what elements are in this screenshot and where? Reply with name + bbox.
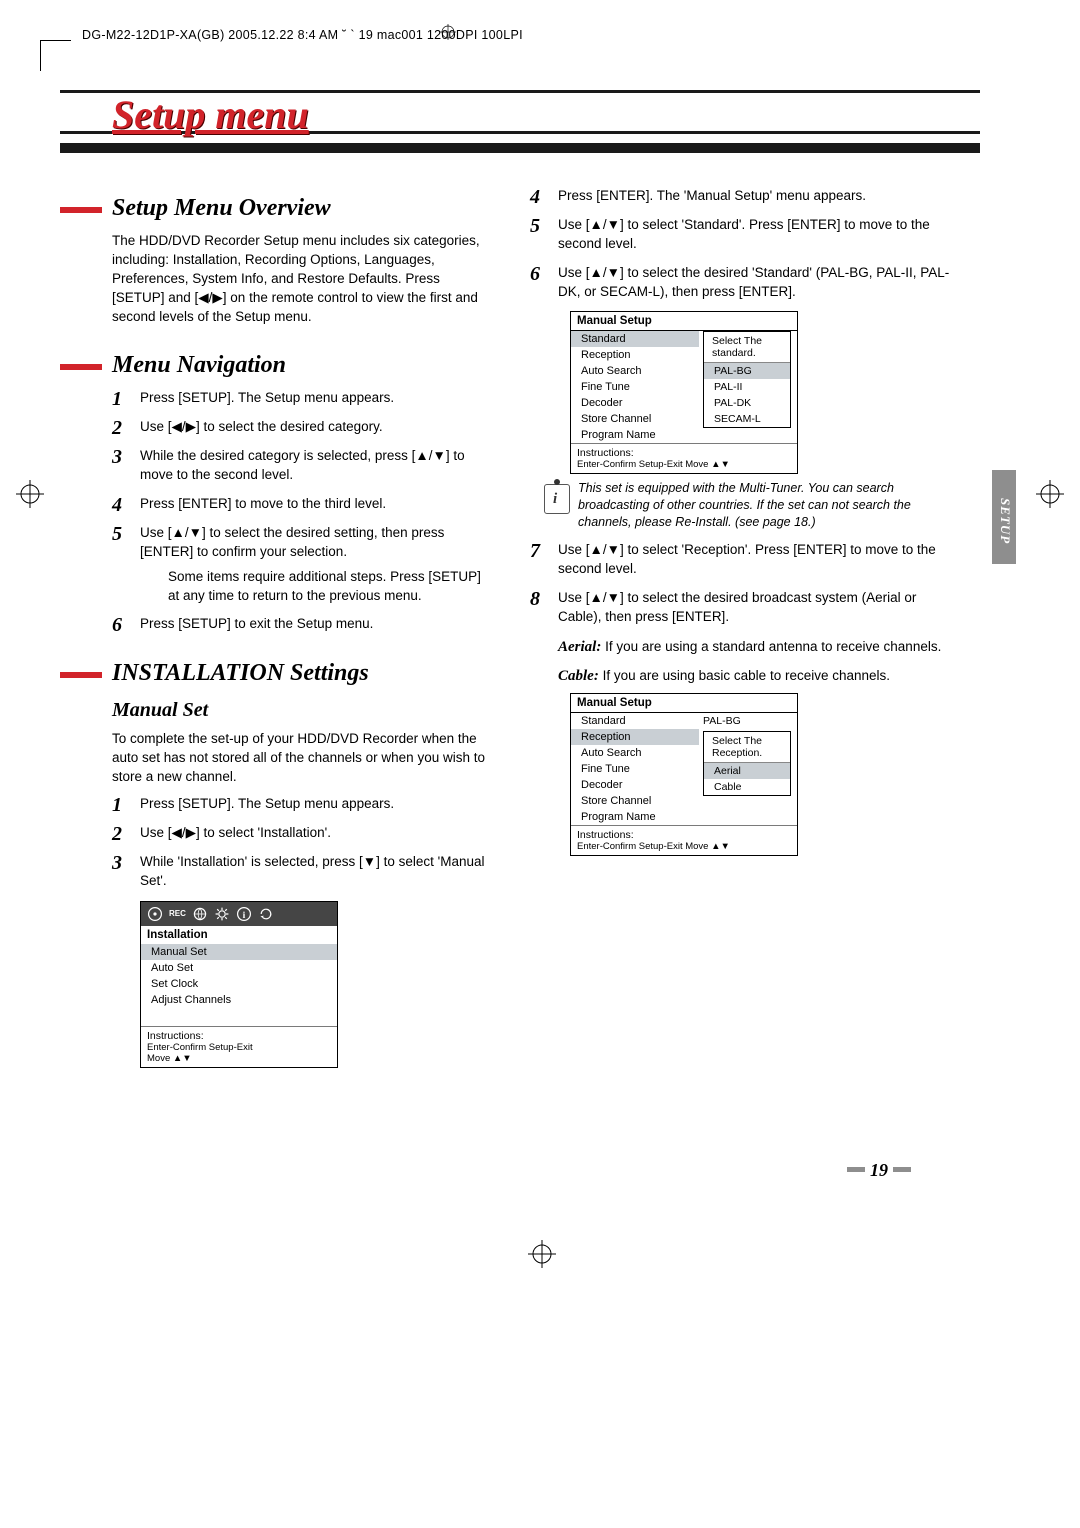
registration-mark	[1036, 480, 1064, 508]
step: 4Press [ENTER] to move to the third leve…	[112, 495, 490, 514]
manual-steps: 1Press [SETUP]. The Setup menu appears. …	[112, 795, 490, 891]
osd-instructions: Instructions: Enter-Confirm Setup-Exit M…	[571, 825, 797, 855]
osd-icon-bar: REC i	[141, 902, 337, 926]
section-heading: Menu Navigation	[60, 352, 490, 379]
osd-menu-row: Fine Tune	[571, 761, 699, 777]
osd-option: PAL-BG	[704, 363, 790, 379]
osd-menu-row: Program Name	[571, 427, 699, 443]
manual-intro: To complete the set-up of your HDD/DVD R…	[112, 730, 490, 787]
osd-menu-standard: Manual Setup Standard Reception Auto Sea…	[570, 311, 798, 474]
osd-hint: Select TheReception.	[704, 732, 790, 763]
osd-menu-title: Manual Setup	[571, 694, 797, 713]
step: 3While the desired category is selected,…	[112, 447, 490, 485]
step: 3While 'Installation' is selected, press…	[112, 853, 490, 891]
osd-menu-row: Manual Set	[141, 944, 337, 960]
info-icon	[544, 484, 570, 514]
chapter-title: Setup menu	[112, 91, 309, 138]
osd-submenu: Select Thestandard. PAL-BG PAL-II PAL-DK…	[703, 331, 791, 428]
osd-instructions: Instructions: Enter-Confirm Setup-Exit M…	[571, 443, 797, 473]
print-header: DG-M22-12D1P-XA(GB) 2005.12.22 8:4 AM ˘ …	[82, 28, 523, 42]
step-note: Some items require additional steps. Pre…	[168, 568, 490, 606]
osd-option: Cable	[704, 779, 790, 795]
svg-text:i: i	[243, 910, 246, 921]
osd-menu-row: Reception	[571, 729, 699, 745]
osd-menu-row: Auto Search	[571, 745, 699, 761]
page-number: 19	[842, 1160, 916, 1181]
osd-instructions: Instructions: Enter-Confirm Setup-Exit M…	[141, 1026, 337, 1067]
registration-mark	[528, 1240, 556, 1268]
osd-option: PAL-II	[704, 379, 790, 395]
subsection-heading: Manual Set	[112, 699, 490, 722]
step: 4Press [ENTER]. The 'Manual Setup' menu …	[530, 187, 960, 206]
section-heading: INSTALLATION Settings	[60, 660, 490, 687]
step: 2Use [◀/▶] to select the desired categor…	[112, 418, 490, 437]
step: 1Press [SETUP]. The Setup menu appears.	[112, 389, 490, 408]
step: 5Use [▲/▼] to select 'Standard'. Press […	[530, 216, 960, 254]
osd-value: PAL-BG	[699, 713, 797, 729]
osd-menu-row: Fine Tune	[571, 379, 699, 395]
right-steps-a: 4Press [ENTER]. The 'Manual Setup' menu …	[530, 187, 960, 301]
side-tab: SETUP	[992, 470, 1016, 564]
osd-menu-row: Auto Search	[571, 363, 699, 379]
osd-menu-row: Decoder	[571, 777, 699, 793]
step: 2Use [◀/▶] to select 'Installation'.	[112, 824, 490, 843]
left-column: Setup Menu Overview The HDD/DVD Recorder…	[60, 179, 490, 1068]
restore-icon	[258, 906, 274, 922]
registration-mark	[16, 480, 44, 508]
osd-menu-row: Reception	[571, 347, 699, 363]
step: 1Press [SETUP]. The Setup menu appears.	[112, 795, 490, 814]
dvd-icon	[147, 906, 163, 922]
osd-option: PAL-DK	[704, 395, 790, 411]
osd-menu-row: Standard	[571, 331, 699, 347]
step: 5Use [▲/▼] to select the desired setting…	[112, 524, 490, 606]
osd-menu-row: Auto Set	[141, 960, 337, 976]
osd-option: SECAM-L	[704, 411, 790, 427]
aerial-definition: Aerial: If you are using a standard ante…	[558, 637, 960, 658]
osd-submenu: Select TheReception. Aerial Cable	[703, 731, 791, 796]
info-note: This set is equipped with the Multi-Tune…	[544, 480, 960, 531]
osd-menu-row: Program Name	[571, 809, 699, 825]
osd-option: Aerial	[704, 763, 790, 779]
section-heading: Setup Menu Overview	[60, 195, 490, 222]
osd-menu-row: Set Clock	[141, 976, 337, 992]
step: 6Press [SETUP] to exit the Setup menu.	[112, 615, 490, 634]
cable-definition: Cable: If you are using basic cable to r…	[558, 666, 960, 687]
step: 6Use [▲/▼] to select the desired 'Standa…	[530, 264, 960, 302]
step: 8Use [▲/▼] to select the desired broadca…	[530, 589, 960, 627]
info-icon: i	[236, 906, 252, 922]
osd-menu-title: Installation	[141, 926, 337, 944]
osd-menu-installation: REC i Installation Manual Set Auto Set S…	[140, 901, 338, 1068]
navigation-steps: 1Press [SETUP]. The Setup menu appears. …	[112, 389, 490, 634]
chapter-banner: Setup menu	[60, 90, 980, 153]
gear-icon	[214, 906, 230, 922]
right-steps-b: 7Use [▲/▼] to select 'Reception'. Press …	[530, 541, 960, 627]
osd-menu-title: Manual Setup	[571, 312, 797, 331]
right-column: 4Press [ENTER]. The 'Manual Setup' menu …	[530, 179, 960, 1068]
osd-menu-reception: Manual Setup Standard Reception Auto Sea…	[570, 693, 798, 856]
step: 7Use [▲/▼] to select 'Reception'. Press …	[530, 541, 960, 579]
osd-menu-row: Standard	[571, 713, 699, 729]
globe-icon	[192, 906, 208, 922]
osd-hint: Select Thestandard.	[704, 332, 790, 363]
osd-menu-row: Store Channel	[571, 793, 699, 809]
osd-menu-row: Decoder	[571, 395, 699, 411]
osd-menu-row: Adjust Channels	[141, 992, 337, 1008]
osd-menu-row: Store Channel	[571, 411, 699, 427]
overview-text: The HDD/DVD Recorder Setup menu includes…	[112, 232, 490, 326]
